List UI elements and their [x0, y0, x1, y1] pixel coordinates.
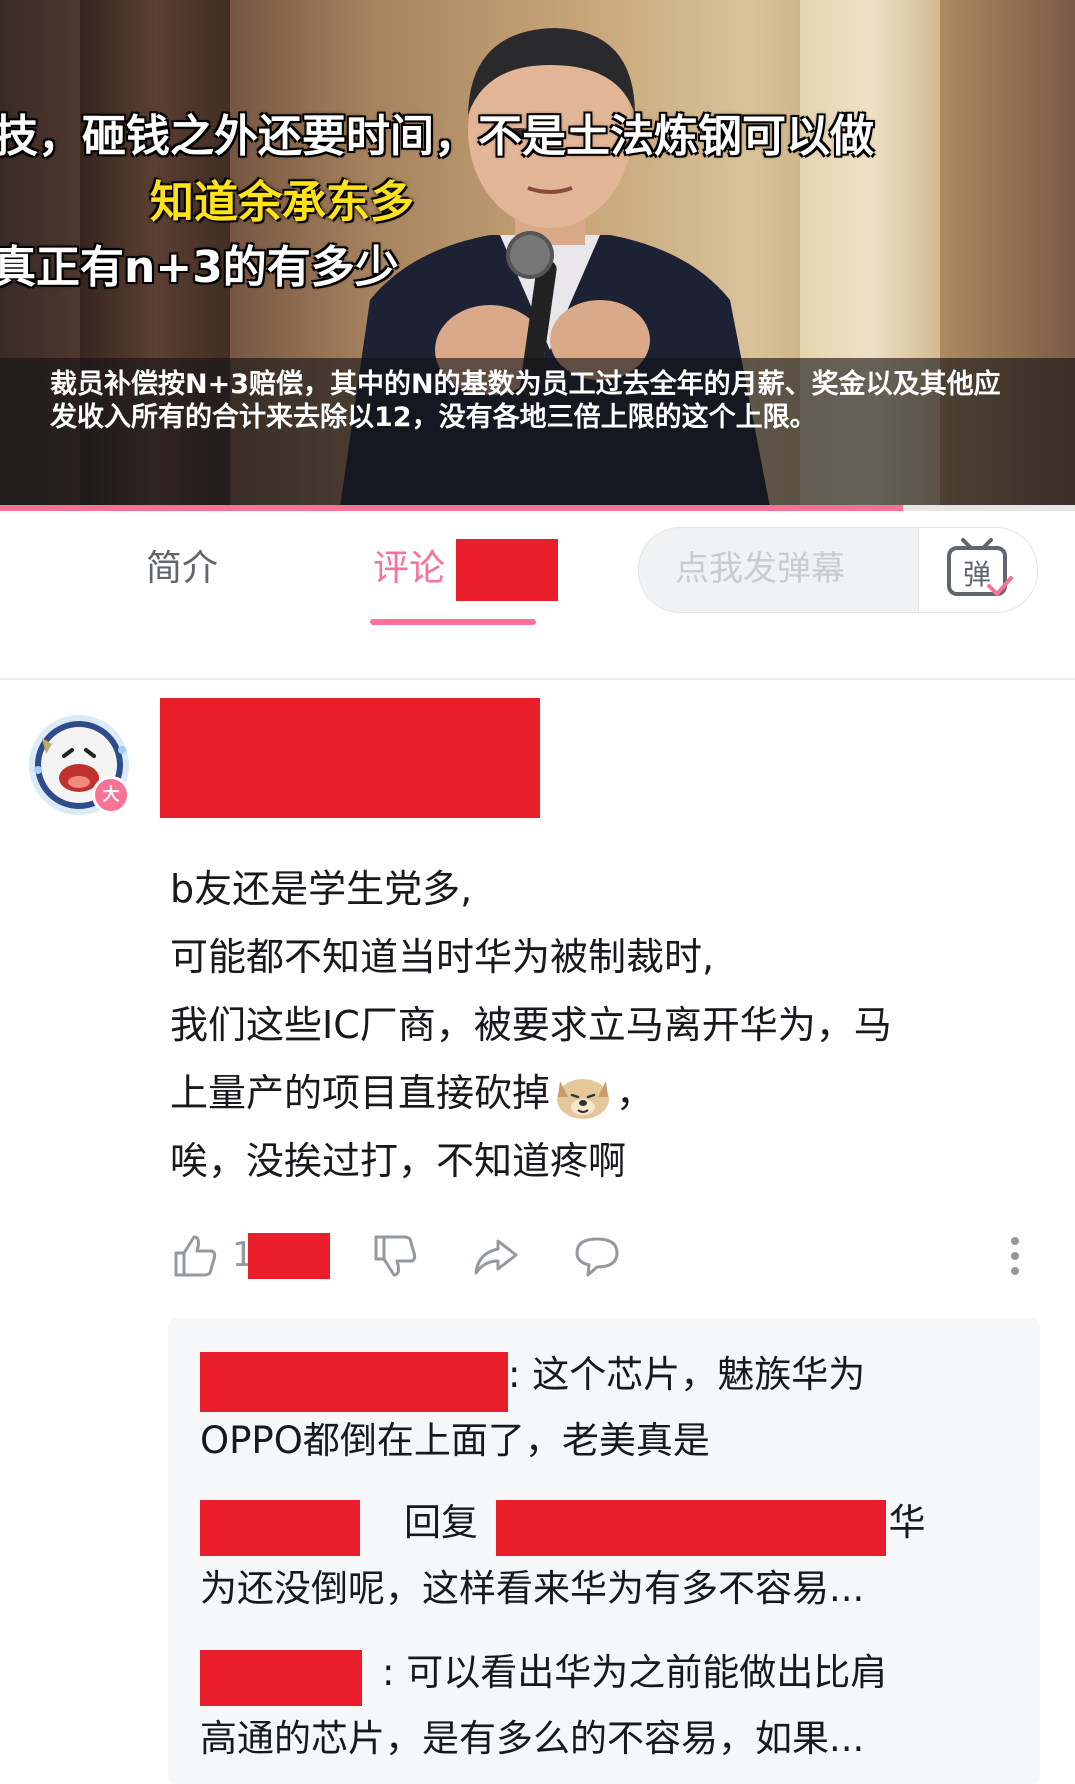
- comment-actions: 1: [0, 1225, 1075, 1285]
- active-tab-indicator: [370, 619, 536, 625]
- subtitle-mid: 真正有n+3的有多少: [0, 242, 399, 293]
- danmaku-tv-icon: 弹: [947, 538, 1013, 596]
- comment-line: 上量产的项目直接砍掉 ，: [170, 1059, 1050, 1127]
- section-divider: [0, 678, 1075, 680]
- reply-preview-box[interactable]: : 这个芯片，魅族华为 OPPO都倒在上面了，老美真是 回复:华 为还没倒呢，这…: [168, 1318, 1040, 1784]
- share-icon[interactable]: [470, 1231, 520, 1281]
- comment-body: b友还是学生党多, 可能都不知道当时华为被制裁时, 我们这些IC厂商，被要求立马…: [170, 855, 1050, 1195]
- video-player[interactable]: 技，砸钱之外还要时间，不是土法炼钢可以做 知道余承东多 真正有n+3的有多少 裁…: [0, 0, 1075, 507]
- vip-badge: 大: [92, 776, 130, 814]
- caption-overlay: 裁员补偿按N+3赔偿，其中的N的基数为员工过去全年的月薪、奖金以及其他应发收入所…: [0, 358, 1075, 507]
- tab-comments[interactable]: 评论: [373, 547, 445, 591]
- thumbs-up-icon[interactable]: [170, 1231, 220, 1281]
- thumbs-down-icon[interactable]: [370, 1231, 420, 1281]
- danmaku-placeholder: 点我发弹幕: [675, 549, 845, 589]
- dog-face-emoji: [557, 1078, 610, 1119]
- comment-line: 唉，没挨过打，不知道疼啊: [170, 1139, 627, 1183]
- redaction-reply-target: [496, 1500, 886, 1556]
- svg-text:弹: 弹: [963, 558, 991, 591]
- comment-line: 我们这些IC厂商，被要求立马离开华为，马: [170, 1003, 892, 1047]
- subtitle-top: 技，砸钱之外还要时间，不是土法炼钢可以做: [0, 111, 874, 162]
- comment-line: 可能都不知道当时华为被制裁时,: [170, 935, 715, 979]
- danmaku-toggle-button[interactable]: 弹: [918, 528, 1037, 612]
- more-vertical-icon[interactable]: [1000, 1231, 1050, 1281]
- avatar[interactable]: 大: [24, 710, 134, 820]
- danmaku-input[interactable]: 点我发弹幕 弹: [638, 527, 1038, 613]
- caption-text: 裁员补偿按N+3赔偿，其中的N的基数为员工过去全年的月薪、奖金以及其他应发收入所…: [50, 369, 1001, 433]
- tab-bar: 简介 评论 点我发弹幕 弹: [0, 511, 1075, 626]
- redaction-reply-user: [200, 1352, 508, 1412]
- subtitle-yellow: 知道余承东多: [150, 177, 414, 228]
- redaction-username: [160, 698, 540, 818]
- chat-bubble-icon[interactable]: [572, 1231, 622, 1281]
- redaction-comment-count: [456, 539, 558, 601]
- tab-intro[interactable]: 简介: [146, 547, 218, 591]
- redaction-like-count: [248, 1233, 330, 1279]
- redaction-reply-user: [200, 1650, 362, 1706]
- comment-line: b友还是学生党多,: [170, 867, 473, 911]
- redaction-reply-user: [200, 1500, 360, 1556]
